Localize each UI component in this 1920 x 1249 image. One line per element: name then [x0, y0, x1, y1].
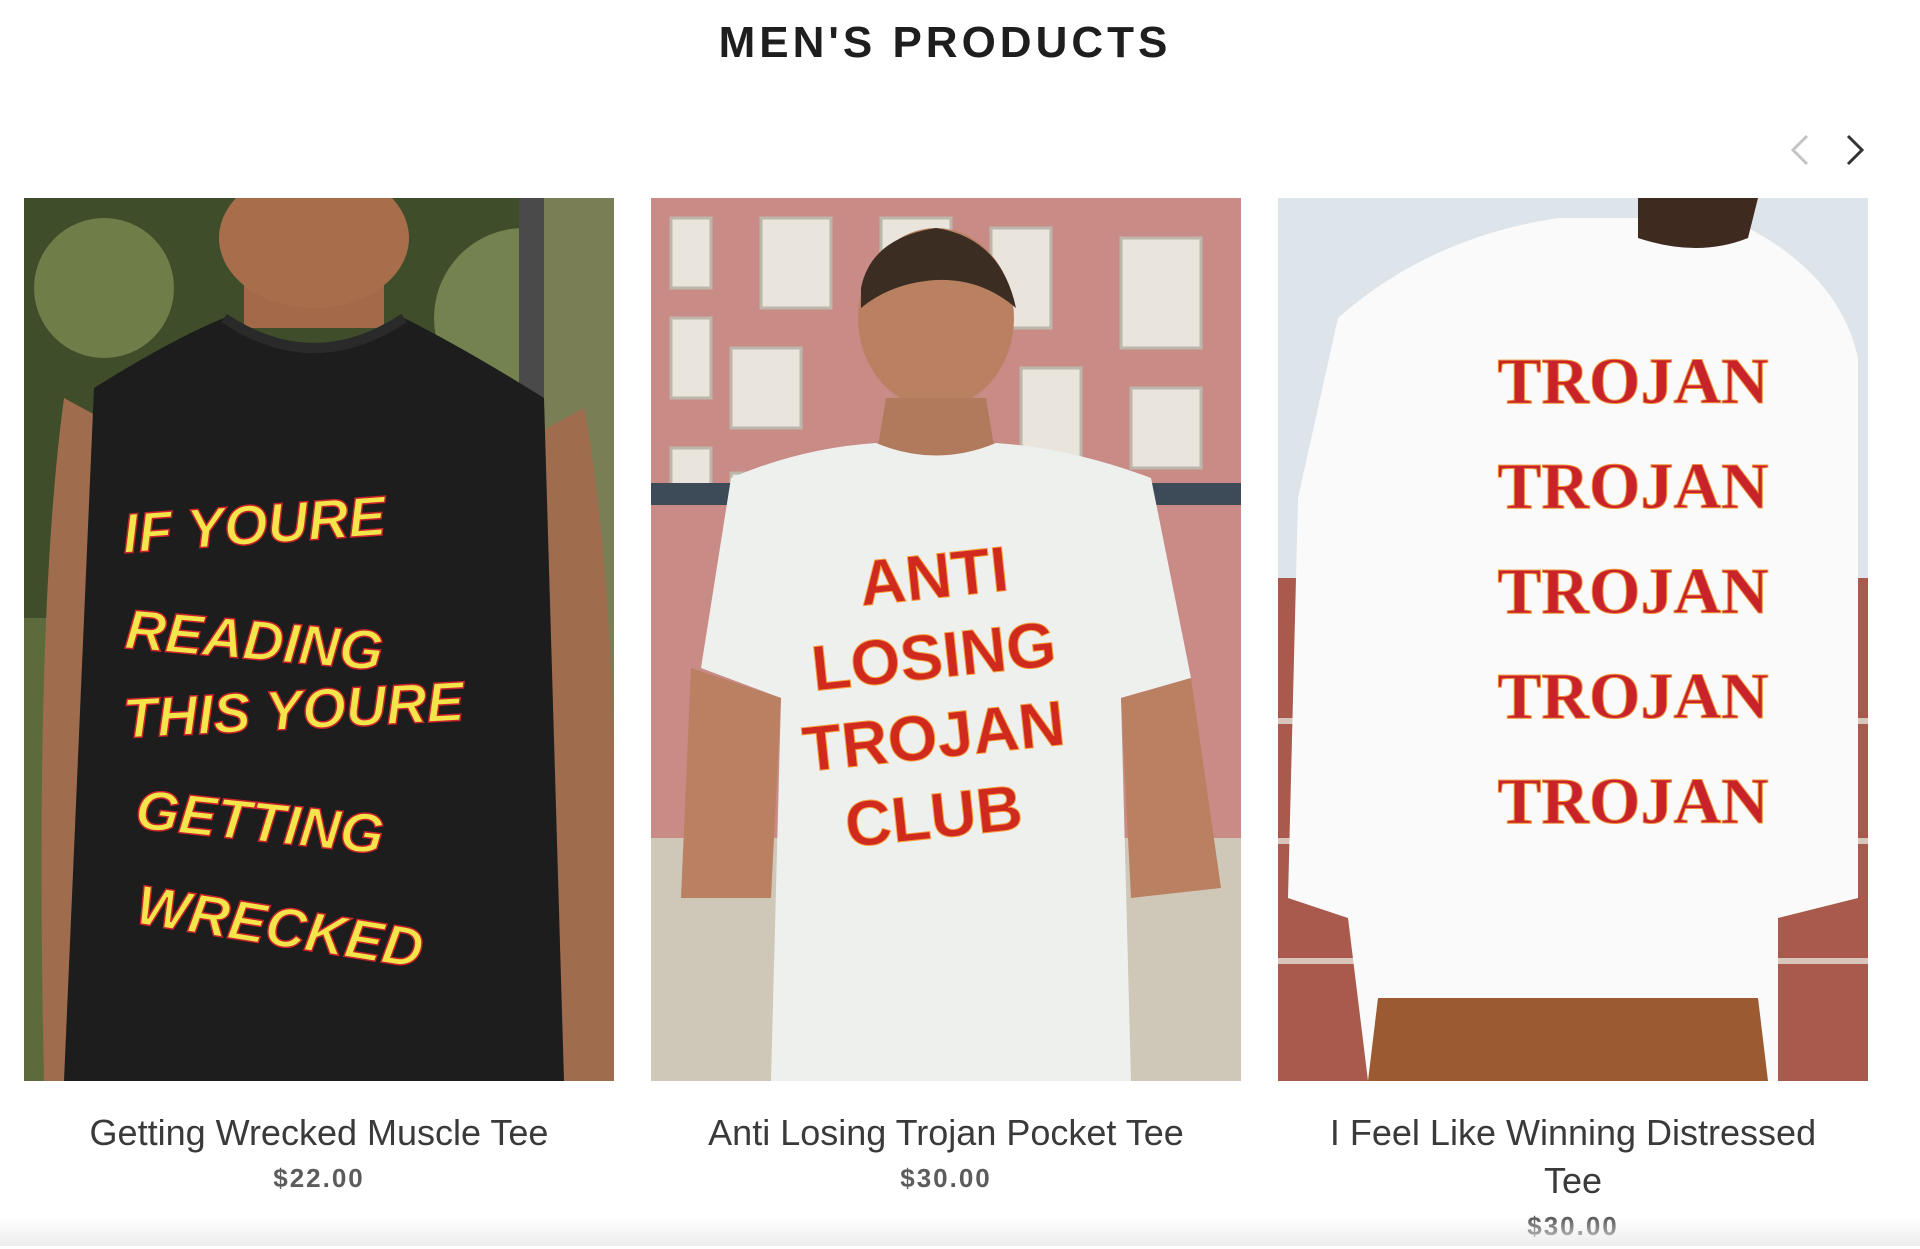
print-line: TROJAN — [1497, 765, 1768, 838]
product-price: $30.00 — [900, 1163, 992, 1193]
print-line: TROJAN — [1497, 660, 1768, 733]
print-line: TROJAN — [1497, 555, 1768, 628]
product-name[interactable]: Getting Wrecked Muscle Tee — [24, 1109, 614, 1157]
product-card[interactable]: IF YOURE READING THIS YOURE GETTING WREC… — [24, 198, 614, 1201]
product-image[interactable]: TROJAN TROJAN TROJAN TROJAN TROJAN — [1278, 198, 1868, 1081]
chevron-right-icon[interactable] — [1834, 130, 1874, 170]
bottom-fade — [0, 1218, 1920, 1246]
section-title: MEN'S PRODUCTS — [718, 18, 1172, 67]
carousel-nav — [0, 130, 1920, 170]
print-line: TROJAN — [1497, 450, 1768, 523]
product-card[interactable]: ANTI LOSING TROJAN CLUB Anti Losing Troj… — [651, 198, 1241, 1201]
product-name[interactable]: I Feel Like Winning Distressed Tee — [1278, 1109, 1868, 1205]
product-image[interactable]: IF YOURE READING THIS YOURE GETTING WREC… — [24, 198, 614, 1081]
product-image[interactable]: ANTI LOSING TROJAN CLUB — [651, 198, 1241, 1081]
product-price: $22.00 — [273, 1163, 365, 1193]
chevron-left-icon[interactable] — [1781, 130, 1821, 170]
product-name[interactable]: Anti Losing Trojan Pocket Tee — [651, 1109, 1241, 1157]
print-line: TROJAN — [1497, 345, 1768, 418]
product-card[interactable]: TROJAN TROJAN TROJAN TROJAN TROJAN I Fee… — [1278, 198, 1868, 1249]
